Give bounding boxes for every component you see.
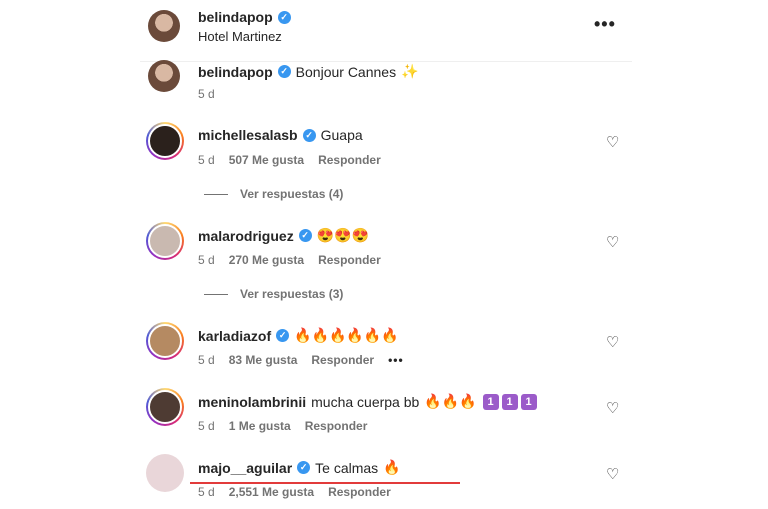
comment-text-row: michellesalasb ✓ Guapa — [198, 127, 363, 143]
reply-button[interactable]: Responder — [328, 485, 391, 499]
comment-username[interactable]: michellesalasb — [198, 127, 298, 143]
caption-username[interactable]: belindapop — [198, 64, 273, 80]
heart-icon[interactable]: ♡ — [606, 399, 619, 417]
verified-badge-icon: ✓ — [276, 329, 290, 342]
comment-time[interactable]: 5 d — [198, 353, 215, 367]
comment-time[interactable]: 5 d — [198, 153, 215, 167]
badge-group: 1 1 1 — [482, 393, 537, 410]
comment-time[interactable]: 5 d — [198, 419, 215, 433]
comment-likes[interactable]: 507 Me gusta — [229, 153, 304, 167]
verified-badge-icon: ✓ — [297, 461, 311, 474]
view-replies-label[interactable]: Ver respuestas (4) — [240, 187, 343, 201]
author-avatar[interactable] — [148, 10, 180, 42]
fire-emoji: 🔥🔥🔥 — [424, 393, 477, 409]
caption-time[interactable]: 5 d — [198, 87, 215, 101]
verified-badge-icon: ✓ — [298, 229, 312, 242]
comment-likes[interactable]: 1 Me gusta — [229, 419, 291, 433]
comment-meta: 5 d 1 Me gusta Responder — [198, 419, 367, 433]
header-divider — [140, 61, 632, 62]
comment-likes[interactable]: 270 Me gusta — [229, 253, 304, 267]
comment-avatar[interactable] — [146, 122, 184, 160]
highlight-underline — [190, 482, 460, 484]
reply-button[interactable]: Responder — [318, 153, 381, 167]
post-header: belindapop ✓ Hotel Martinez ••• — [0, 0, 768, 62]
sparkles-emoji: ✨ — [401, 63, 419, 79]
heart-eyes-emoji: 😍😍😍 — [316, 227, 369, 243]
number-one-emoji: 1 — [482, 393, 499, 410]
reply-button[interactable]: Responder — [305, 419, 368, 433]
caption-meta: 5 d — [198, 87, 215, 101]
comment-meta: 5 d 270 Me gusta Responder — [198, 253, 381, 267]
comment-avatar[interactable] — [146, 388, 184, 426]
author-username[interactable]: belindapop — [198, 9, 273, 25]
comment-username[interactable]: malarodriguez — [198, 228, 294, 244]
replies-line — [204, 193, 228, 195]
caption-text-row: belindapop ✓ Bonjour Cannes ✨ — [198, 63, 419, 80]
comment-meta: 5 d 2,551 Me gusta Responder — [198, 485, 391, 499]
view-replies-label[interactable]: Ver respuestas (3) — [240, 287, 343, 301]
author-username-row[interactable]: belindapop ✓ — [198, 9, 291, 25]
replies-line — [204, 293, 228, 295]
comment-time[interactable]: 5 d — [198, 485, 215, 499]
more-options-icon[interactable]: ••• — [594, 14, 616, 35]
comment-text-row: karladiazof ✓ 🔥🔥🔥🔥🔥🔥 — [198, 327, 399, 344]
verified-badge-icon: ✓ — [277, 10, 291, 24]
comment-text: Te calmas — [315, 459, 379, 476]
heart-icon[interactable]: ♡ — [606, 333, 619, 351]
verified-badge-icon: ✓ — [302, 128, 316, 142]
comment-meta: 5 d 507 Me gusta Responder — [198, 153, 381, 167]
comment-text-row: meninolambrinii mucha cuerpa bb 🔥🔥🔥 1 1 … — [198, 393, 537, 410]
heart-icon[interactable]: ♡ — [606, 133, 619, 151]
view-replies-button[interactable]: Ver respuestas (4) — [204, 187, 343, 201]
caption-text: Bonjour Cannes — [295, 63, 397, 80]
comment-avatar[interactable] — [146, 322, 184, 360]
fire-emoji: 🔥 — [383, 459, 401, 475]
caption-avatar[interactable] — [148, 60, 180, 92]
reply-button[interactable]: Responder — [311, 353, 374, 367]
comment-likes[interactable]: 2,551 Me gusta — [229, 485, 314, 499]
comment-username[interactable]: karladiazof — [198, 328, 271, 344]
reply-button[interactable]: Responder — [318, 253, 381, 267]
heart-icon[interactable]: ♡ — [606, 233, 619, 251]
fire-emoji: 🔥🔥🔥🔥🔥🔥 — [294, 327, 399, 343]
comment-text: mucha cuerpa bb — [311, 393, 420, 410]
comment-time[interactable]: 5 d — [198, 253, 215, 267]
heart-icon[interactable]: ♡ — [606, 465, 619, 483]
more-options-icon[interactable]: ••• — [388, 353, 404, 367]
view-replies-button[interactable]: Ver respuestas (3) — [204, 287, 343, 301]
number-one-emoji: 1 — [520, 393, 537, 410]
comment-text-row: malarodriguez ✓ 😍😍😍 — [198, 227, 369, 244]
comment-username[interactable]: meninolambrinii — [198, 394, 306, 410]
post-location[interactable]: Hotel Martinez — [198, 29, 282, 44]
comment-username[interactable]: majo__aguilar — [198, 460, 292, 476]
number-one-emoji: 1 — [501, 393, 518, 410]
comment-meta: 5 d 83 Me gusta Responder ••• — [198, 353, 404, 367]
comment-avatar[interactable] — [146, 454, 184, 492]
comment-avatar[interactable] — [146, 222, 184, 260]
verified-badge-icon: ✓ — [277, 65, 291, 78]
comment-text: Guapa — [320, 127, 363, 143]
comment-likes[interactable]: 83 Me gusta — [229, 353, 298, 367]
comment-text-row: majo__aguilar ✓ Te calmas 🔥 — [198, 459, 401, 476]
